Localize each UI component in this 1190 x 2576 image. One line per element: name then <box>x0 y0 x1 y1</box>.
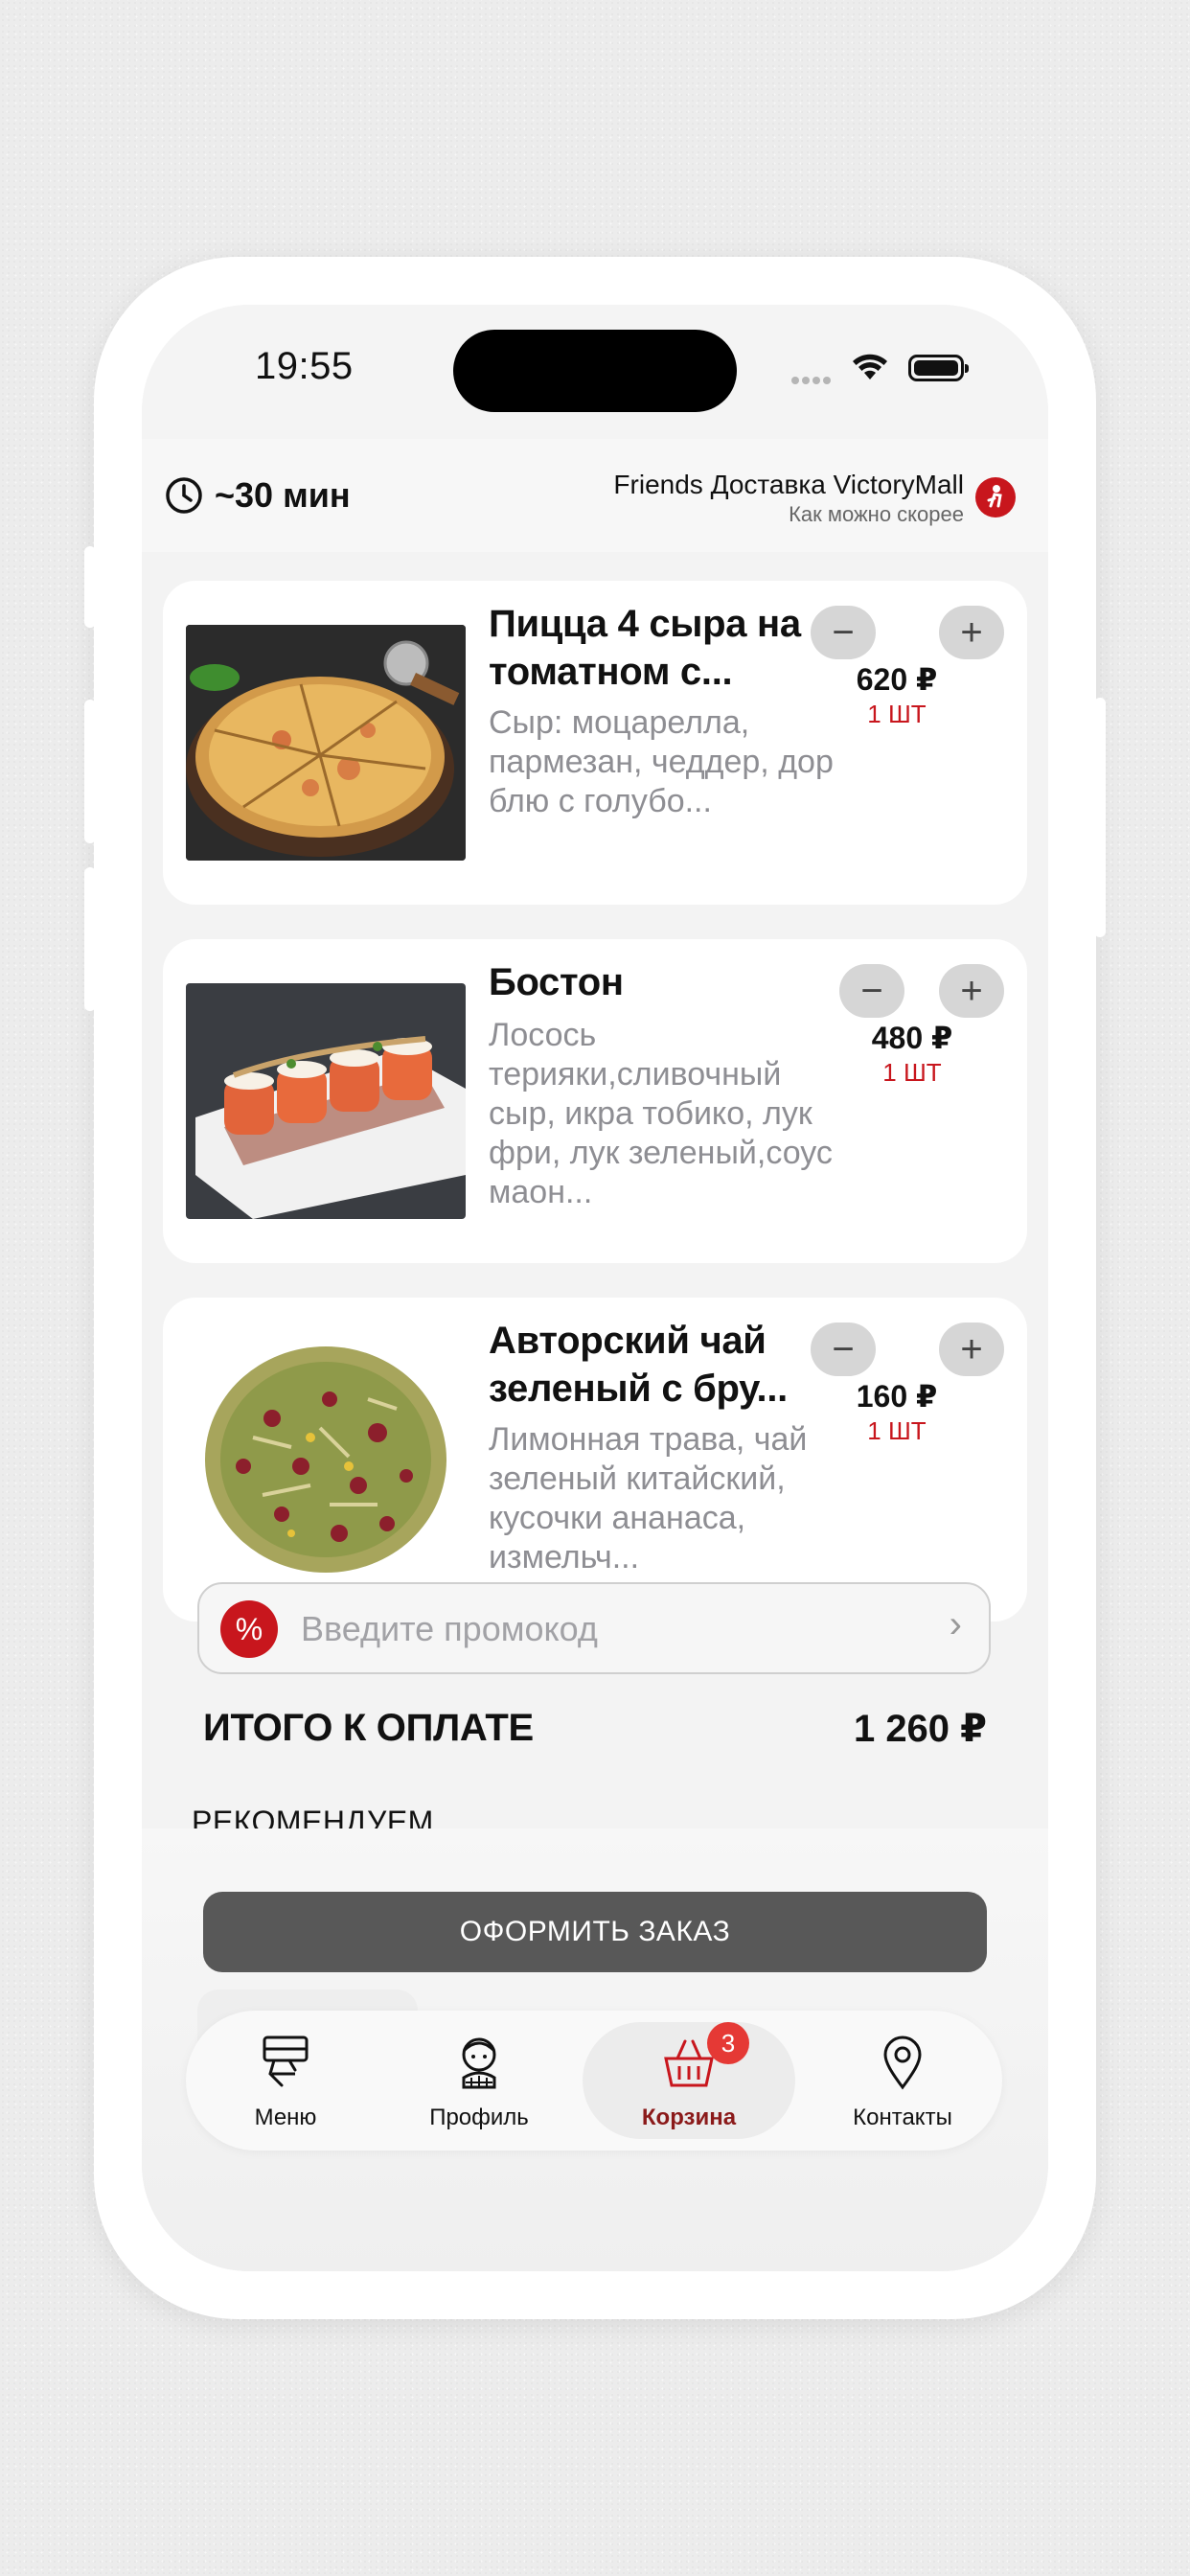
item-count: 1 ШТ <box>882 1058 942 1087</box>
profile-face-icon <box>462 2037 496 2089</box>
location-pin-icon <box>883 2036 922 2090</box>
sushi-roll-photo <box>186 983 466 1219</box>
cart-item-card[interactable]: Пицца 4 сыра на томатном с... Сыр: моцар… <box>163 581 1027 905</box>
phone-mute-switch <box>84 546 96 628</box>
cart-item-card[interactable]: Бостон Лосось терияки,сливочный сыр, икр… <box>163 939 1027 1263</box>
cart-content[interactable]: Пицца 4 сыра на томатном с... Сыр: моцар… <box>142 552 1048 2271</box>
tab-label: Профиль <box>429 2104 529 2130</box>
checkout-button[interactable]: ОФОРМИТЬ ЗАКАЗ <box>203 1892 987 1972</box>
app-screen: 19:55 ~30 мин Friends Доставка VictoryMa… <box>142 305 1048 2271</box>
chevron-right-icon: › <box>949 1603 962 1645</box>
decrease-quantity-button[interactable]: − <box>811 1322 876 1376</box>
total-label: ИТОГО К ОПЛАТЕ <box>203 1707 534 1749</box>
increase-quantity-button[interactable]: + <box>939 606 1004 659</box>
menu-tray-icon <box>263 2036 309 2087</box>
item-description: Сыр: моцарелла, пармезан, чеддер, дор бл… <box>489 704 834 819</box>
percent-icon: % <box>220 1600 278 1658</box>
tab-label: Корзина <box>641 2104 737 2130</box>
shop-name: Friends Доставка VictoryMall <box>613 470 964 499</box>
delivery-eta: ~30 мин <box>215 475 351 515</box>
shop-logo-icon <box>975 477 1016 518</box>
status-time: 19:55 <box>255 345 354 387</box>
tab-bar: Меню Профиль 3 Корзина Контакты <box>186 2011 1002 2150</box>
delivery-time-option: Как можно скорее <box>789 502 964 526</box>
delivery-header[interactable]: ~30 мин Friends Доставка VictoryMall Как… <box>142 439 1048 552</box>
item-description: Лимонная трава, чай зеленый китайский, к… <box>489 1421 808 1576</box>
dynamic-island <box>453 330 737 412</box>
tab-label: Контакты <box>853 2104 952 2130</box>
decrease-quantity-button[interactable]: − <box>839 964 904 1018</box>
promo-code-input[interactable]: Введите промокод <box>301 1609 598 1649</box>
decrease-quantity-button[interactable]: − <box>811 606 876 659</box>
increase-quantity-button[interactable]: + <box>939 1322 1004 1376</box>
item-count: 1 ШТ <box>867 1416 927 1445</box>
pizza-photo <box>186 625 466 861</box>
item-count: 1 ШТ <box>867 700 927 728</box>
item-title: Бостон <box>489 961 624 1003</box>
item-price: 620 ₽ <box>856 662 938 697</box>
signal-dots-icon <box>791 372 835 384</box>
item-title: Пицца 4 сыра на томатном с... <box>489 603 801 693</box>
item-price: 160 ₽ <box>856 1379 938 1414</box>
promo-code-field[interactable]: % Введите промокод › <box>197 1582 991 1674</box>
clock-icon <box>166 477 202 514</box>
item-description: Лосось терияки,сливочный сыр, икра тобик… <box>489 1017 833 1210</box>
item-price: 480 ₽ <box>871 1021 953 1055</box>
phone-power-button <box>1094 698 1106 937</box>
tab-label: Меню <box>254 2104 317 2130</box>
battery-icon <box>908 355 969 381</box>
cart-count-badge: 3 <box>707 2022 749 2064</box>
tab-cart[interactable]: 3 Корзина <box>583 2022 795 2139</box>
increase-quantity-button[interactable]: + <box>939 964 1004 1018</box>
item-title: Авторский чай зеленый с бру... <box>489 1320 788 1410</box>
tea-blend-photo <box>186 1342 466 1577</box>
total-value: 1 260 ₽ <box>853 1708 987 1750</box>
tab-profile[interactable]: Профиль <box>383 2011 575 2150</box>
cart-item-card[interactable]: Авторский чай зеленый с бру... Лимонная … <box>163 1298 1027 1622</box>
tab-contacts[interactable]: Контакты <box>807 2011 998 2150</box>
tab-menu[interactable]: Меню <box>190 2011 381 2150</box>
phone-volume-down-button <box>84 867 96 1011</box>
wifi-icon <box>853 354 887 380</box>
phone-volume-up-button <box>84 700 96 843</box>
